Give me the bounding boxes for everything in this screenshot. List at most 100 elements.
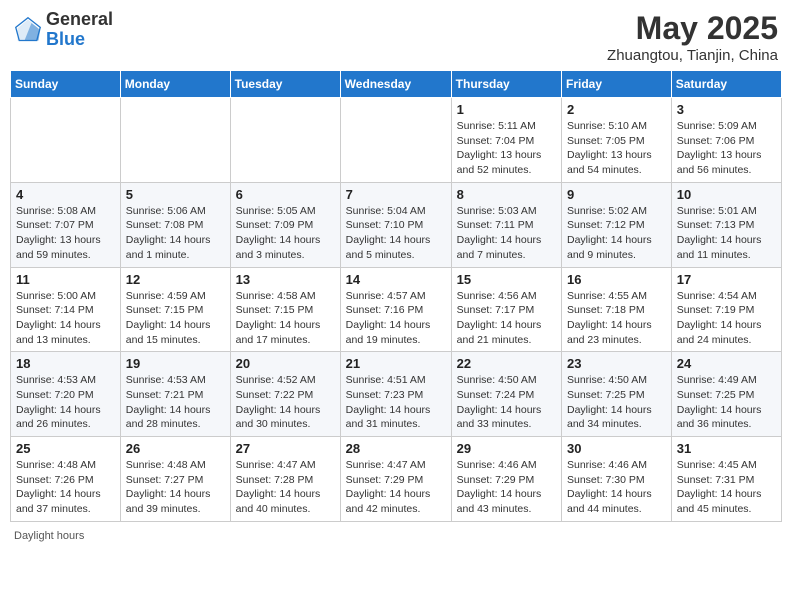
day-info: Sunrise: 4:50 AM Sunset: 7:25 PM Dayligh…	[567, 373, 666, 432]
day-info: Sunrise: 5:10 AM Sunset: 7:05 PM Dayligh…	[567, 119, 666, 178]
page-header: General Blue May 2025 Zhuangtou, Tianjin…	[10, 10, 782, 64]
daylight-label: Daylight hours	[14, 530, 84, 542]
calendar-cell: 24Sunrise: 4:49 AM Sunset: 7:25 PM Dayli…	[671, 352, 781, 437]
day-info: Sunrise: 5:06 AM Sunset: 7:08 PM Dayligh…	[126, 204, 225, 263]
calendar-cell: 15 Sunrise: 4:56 AM Sunset: 7:17 PM Dayli…	[451, 267, 561, 352]
day-info: Sunrise: 4:57 AM Sunset: 7:16 PM Dayligh…	[346, 289, 446, 348]
day-number: 14	[346, 272, 446, 287]
calendar-week-row: 11 Sunrise: 5:00 AM Sunset: 7:14 PM Dayli…	[11, 267, 782, 352]
day-number: 22	[457, 356, 556, 371]
calendar-cell: 10Sunrise: 5:01 AM Sunset: 7:13 PM Dayli…	[671, 182, 781, 267]
day-info: Sunrise: 4:53 AM Sunset: 7:20 PM Dayligh…	[16, 373, 115, 432]
calendar-week-row: 4 Sunrise: 5:08 AM Sunset: 7:07 PM Daylig…	[11, 182, 782, 267]
day-number: 27	[236, 441, 335, 456]
weekday-header: Friday	[562, 71, 672, 98]
day-number: 3	[677, 102, 776, 117]
calendar-cell: 4 Sunrise: 5:08 AM Sunset: 7:07 PM Daylig…	[11, 182, 121, 267]
calendar-cell: 6Sunrise: 5:05 AM Sunset: 7:09 PM Daylig…	[230, 182, 340, 267]
day-number: 31	[677, 441, 776, 456]
day-info: Sunrise: 4:55 AM Sunset: 7:18 PM Dayligh…	[567, 289, 666, 348]
day-info: Sunrise: 5:02 AM Sunset: 7:12 PM Dayligh…	[567, 204, 666, 263]
day-info: Sunrise: 4:48 AM Sunset: 7:27 PM Dayligh…	[126, 458, 225, 517]
day-number: 10	[677, 187, 776, 202]
weekday-header: Thursday	[451, 71, 561, 98]
calendar-cell: 14 Sunrise: 4:57 AM Sunset: 7:16 PM Dayli…	[340, 267, 451, 352]
logo-general: General	[46, 10, 113, 30]
day-info: Sunrise: 4:54 AM Sunset: 7:19 PM Dayligh…	[677, 289, 776, 348]
calendar-cell: 16Sunrise: 4:55 AM Sunset: 7:18 PM Dayli…	[562, 267, 672, 352]
day-number: 20	[236, 356, 335, 371]
day-number: 12	[126, 272, 225, 287]
day-info: Sunrise: 4:49 AM Sunset: 7:25 PM Dayligh…	[677, 373, 776, 432]
calendar-cell: 28 Sunrise: 4:47 AM Sunset: 7:29 PM Dayli…	[340, 437, 451, 522]
calendar-cell: 27 Sunrise: 4:47 AM Sunset: 7:28 PM Dayli…	[230, 437, 340, 522]
day-number: 1	[457, 102, 556, 117]
day-number: 13	[236, 272, 335, 287]
day-info: Sunrise: 4:56 AM Sunset: 7:17 PM Dayligh…	[457, 289, 556, 348]
calendar-cell: 19 Sunrise: 4:53 AM Sunset: 7:21 PM Dayli…	[120, 352, 230, 437]
day-number: 21	[346, 356, 446, 371]
day-number: 28	[346, 441, 446, 456]
day-number: 25	[16, 441, 115, 456]
day-number: 15	[457, 272, 556, 287]
day-number: 5	[126, 187, 225, 202]
calendar-cell: 18Sunrise: 4:53 AM Sunset: 7:20 PM Dayli…	[11, 352, 121, 437]
day-info: Sunrise: 4:47 AM Sunset: 7:29 PM Dayligh…	[346, 458, 446, 517]
weekday-header: Saturday	[671, 71, 781, 98]
calendar-cell: 12 Sunrise: 4:59 AM Sunset: 7:15 PM Dayli…	[120, 267, 230, 352]
day-info: Sunrise: 4:53 AM Sunset: 7:21 PM Dayligh…	[126, 373, 225, 432]
calendar-cell: 26 Sunrise: 4:48 AM Sunset: 7:27 PM Dayli…	[120, 437, 230, 522]
day-number: 6	[236, 187, 335, 202]
calendar-cell: 22Sunrise: 4:50 AM Sunset: 7:24 PM Dayli…	[451, 352, 561, 437]
day-info: Sunrise: 4:46 AM Sunset: 7:29 PM Dayligh…	[457, 458, 556, 517]
calendar-cell	[230, 98, 340, 183]
weekday-header-row: SundayMondayTuesdayWednesdayThursdayFrid…	[11, 71, 782, 98]
footer: Daylight hours	[10, 530, 782, 542]
day-info: Sunrise: 5:11 AM Sunset: 7:04 PM Dayligh…	[457, 119, 556, 178]
calendar-week-row: 1 Sunrise: 5:11 AM Sunset: 7:04 PM Daylig…	[11, 98, 782, 183]
day-number: 29	[457, 441, 556, 456]
day-number: 7	[346, 187, 446, 202]
weekday-header: Tuesday	[230, 71, 340, 98]
calendar-cell: 13Sunrise: 4:58 AM Sunset: 7:15 PM Dayli…	[230, 267, 340, 352]
day-number: 23	[567, 356, 666, 371]
calendar-cell: 11 Sunrise: 5:00 AM Sunset: 7:14 PM Dayli…	[11, 267, 121, 352]
day-number: 11	[16, 272, 115, 287]
calendar-cell: 7 Sunrise: 5:04 AM Sunset: 7:10 PM Daylig…	[340, 182, 451, 267]
calendar-cell: 20 Sunrise: 4:52 AM Sunset: 7:22 PM Dayli…	[230, 352, 340, 437]
day-info: Sunrise: 4:51 AM Sunset: 7:23 PM Dayligh…	[346, 373, 446, 432]
calendar-cell: 1 Sunrise: 5:11 AM Sunset: 7:04 PM Daylig…	[451, 98, 561, 183]
calendar-cell: 17Sunrise: 4:54 AM Sunset: 7:19 PM Dayli…	[671, 267, 781, 352]
calendar-cell: 5 Sunrise: 5:06 AM Sunset: 7:08 PM Daylig…	[120, 182, 230, 267]
calendar-cell: 25 Sunrise: 4:48 AM Sunset: 7:26 PM Dayli…	[11, 437, 121, 522]
day-info: Sunrise: 4:48 AM Sunset: 7:26 PM Dayligh…	[16, 458, 115, 517]
calendar-cell: 2 Sunrise: 5:10 AM Sunset: 7:05 PM Daylig…	[562, 98, 672, 183]
calendar-cell: 31 Sunrise: 4:45 AM Sunset: 7:31 PM Dayli…	[671, 437, 781, 522]
weekday-header: Sunday	[11, 71, 121, 98]
day-info: Sunrise: 5:03 AM Sunset: 7:11 PM Dayligh…	[457, 204, 556, 263]
logo-text: General Blue	[46, 10, 113, 50]
calendar-cell	[340, 98, 451, 183]
calendar-cell: 8Sunrise: 5:03 AM Sunset: 7:11 PM Daylig…	[451, 182, 561, 267]
weekday-header: Wednesday	[340, 71, 451, 98]
day-number: 26	[126, 441, 225, 456]
calendar-cell: 9Sunrise: 5:02 AM Sunset: 7:12 PM Daylig…	[562, 182, 672, 267]
logo-blue: Blue	[46, 30, 113, 50]
day-info: Sunrise: 5:08 AM Sunset: 7:07 PM Dayligh…	[16, 204, 115, 263]
day-info: Sunrise: 4:52 AM Sunset: 7:22 PM Dayligh…	[236, 373, 335, 432]
day-info: Sunrise: 5:00 AM Sunset: 7:14 PM Dayligh…	[16, 289, 115, 348]
day-number: 19	[126, 356, 225, 371]
logo: General Blue	[14, 10, 113, 50]
calendar-table: SundayMondayTuesdayWednesdayThursdayFrid…	[10, 70, 782, 522]
logo-icon	[14, 16, 42, 44]
calendar-cell	[11, 98, 121, 183]
weekday-header: Monday	[120, 71, 230, 98]
day-info: Sunrise: 4:47 AM Sunset: 7:28 PM Dayligh…	[236, 458, 335, 517]
day-number: 2	[567, 102, 666, 117]
day-info: Sunrise: 5:04 AM Sunset: 7:10 PM Dayligh…	[346, 204, 446, 263]
calendar-cell: 3 Sunrise: 5:09 AM Sunset: 7:06 PM Daylig…	[671, 98, 781, 183]
day-number: 4	[16, 187, 115, 202]
day-info: Sunrise: 4:45 AM Sunset: 7:31 PM Dayligh…	[677, 458, 776, 517]
day-info: Sunrise: 5:09 AM Sunset: 7:06 PM Dayligh…	[677, 119, 776, 178]
day-info: Sunrise: 4:59 AM Sunset: 7:15 PM Dayligh…	[126, 289, 225, 348]
